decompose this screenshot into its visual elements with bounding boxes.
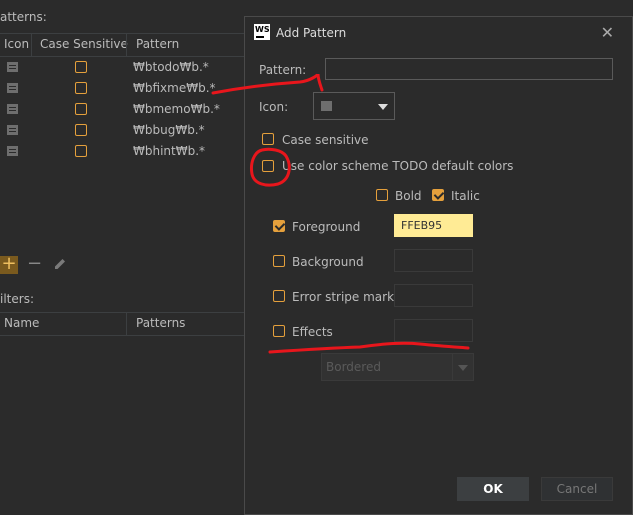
chevron-down-icon <box>378 104 388 110</box>
pencil-icon <box>55 259 65 269</box>
chevron-down-icon <box>458 365 468 371</box>
pattern-row[interactable]: ₩bfixme₩b.* <box>0 78 250 99</box>
add-pattern-button[interactable]: + <box>0 255 18 274</box>
foreground-label: Foreground <box>292 220 361 234</box>
pattern-text: ₩btodo₩b.* <box>133 60 209 74</box>
use-color-scheme-checkbox[interactable] <box>262 160 274 172</box>
pattern-text: ₩bmemo₩b.* <box>133 102 220 116</box>
todo-list-icon <box>7 146 18 156</box>
column-divider <box>31 34 32 56</box>
case-sensitive-checkbox[interactable] <box>75 145 87 157</box>
case-sensitive-checkbox[interactable] <box>75 82 87 94</box>
webstorm-logo-icon: WS <box>254 24 270 40</box>
cancel-button[interactable]: Cancel <box>541 477 613 501</box>
italic-checkbox[interactable] <box>432 189 444 201</box>
bold-checkbox[interactable] <box>376 189 388 201</box>
effect-type-value: Bordered <box>326 360 381 374</box>
dialog-titlebar[interactable]: WS Add Pattern ✕ <box>245 17 632 49</box>
todo-list-icon <box>7 83 18 93</box>
todo-list-icon <box>7 125 18 135</box>
patterns-table-header: Icon Case Sensitive Pattern <box>0 33 250 57</box>
icon-label: Icon: <box>259 100 289 114</box>
case-sensitive-label: Case sensitive <box>282 133 369 147</box>
pattern-row[interactable]: ₩bhint₩b.* <box>0 141 250 162</box>
foreground-checkbox[interactable] <box>273 220 285 232</box>
pattern-input[interactable] <box>325 58 613 80</box>
todo-list-icon <box>7 104 18 114</box>
todo-list-icon <box>321 101 332 111</box>
column-header-icon[interactable]: Icon <box>4 37 29 51</box>
close-icon[interactable]: ✕ <box>601 23 614 42</box>
pattern-text: ₩bhint₩b.* <box>133 144 206 158</box>
dialog-title: Add Pattern <box>276 26 347 40</box>
background-color-field[interactable] <box>394 249 473 272</box>
column-header-patterns[interactable]: Patterns <box>136 316 185 330</box>
remove-pattern-button[interactable]: − <box>27 255 42 274</box>
column-header-name[interactable]: Name <box>4 316 39 330</box>
column-header-pattern[interactable]: Pattern <box>136 37 179 51</box>
error-stripe-label: Error stripe mark <box>292 290 395 304</box>
ok-button[interactable]: OK <box>457 477 529 501</box>
background-checkbox[interactable] <box>273 255 285 267</box>
effects-checkbox[interactable] <box>273 325 285 337</box>
combo-divider <box>452 354 453 380</box>
icon-select[interactable] <box>313 92 395 120</box>
error-stripe-color-field[interactable] <box>394 284 473 307</box>
effects-color-field[interactable] <box>394 319 473 342</box>
case-sensitive-checkbox[interactable] <box>75 61 87 73</box>
column-divider <box>126 34 127 56</box>
add-pattern-dialog: WS Add Pattern ✕ Pattern: Icon: Case sen… <box>244 16 633 515</box>
case-sensitive-checkbox[interactable] <box>75 103 87 115</box>
pattern-row[interactable]: ₩bmemo₩b.* <box>0 99 250 120</box>
column-divider <box>126 313 127 335</box>
case-sensitive-checkbox[interactable] <box>75 124 87 136</box>
bold-label: Bold <box>395 189 422 203</box>
italic-label: Italic <box>451 189 480 203</box>
pattern-text: ₩bbug₩b.* <box>133 123 205 137</box>
column-header-case-sensitive[interactable]: Case Sensitive <box>40 37 128 51</box>
background-label: Background <box>292 255 364 269</box>
patterns-label: atterns: <box>0 10 47 24</box>
pattern-row[interactable]: ₩bbug₩b.* <box>0 120 250 141</box>
pattern-text: ₩bfixme₩b.* <box>133 81 216 95</box>
todo-list-icon <box>7 62 18 72</box>
effect-type-select[interactable]: Bordered <box>321 353 474 381</box>
foreground-color-field[interactable]: FFEB95 <box>394 214 473 237</box>
edit-pattern-button[interactable] <box>52 256 68 274</box>
error-stripe-checkbox[interactable] <box>273 290 285 302</box>
pattern-label: Pattern: <box>259 63 307 77</box>
use-color-scheme-label: Use color scheme TODO default colors <box>282 159 514 173</box>
case-sensitive-checkbox[interactable] <box>262 133 274 145</box>
filters-label: ilters: <box>0 292 34 306</box>
filters-table-header: Name Patterns <box>0 312 250 336</box>
effects-label: Effects <box>292 325 333 339</box>
pattern-row[interactable]: ₩btodo₩b.* <box>0 57 250 78</box>
